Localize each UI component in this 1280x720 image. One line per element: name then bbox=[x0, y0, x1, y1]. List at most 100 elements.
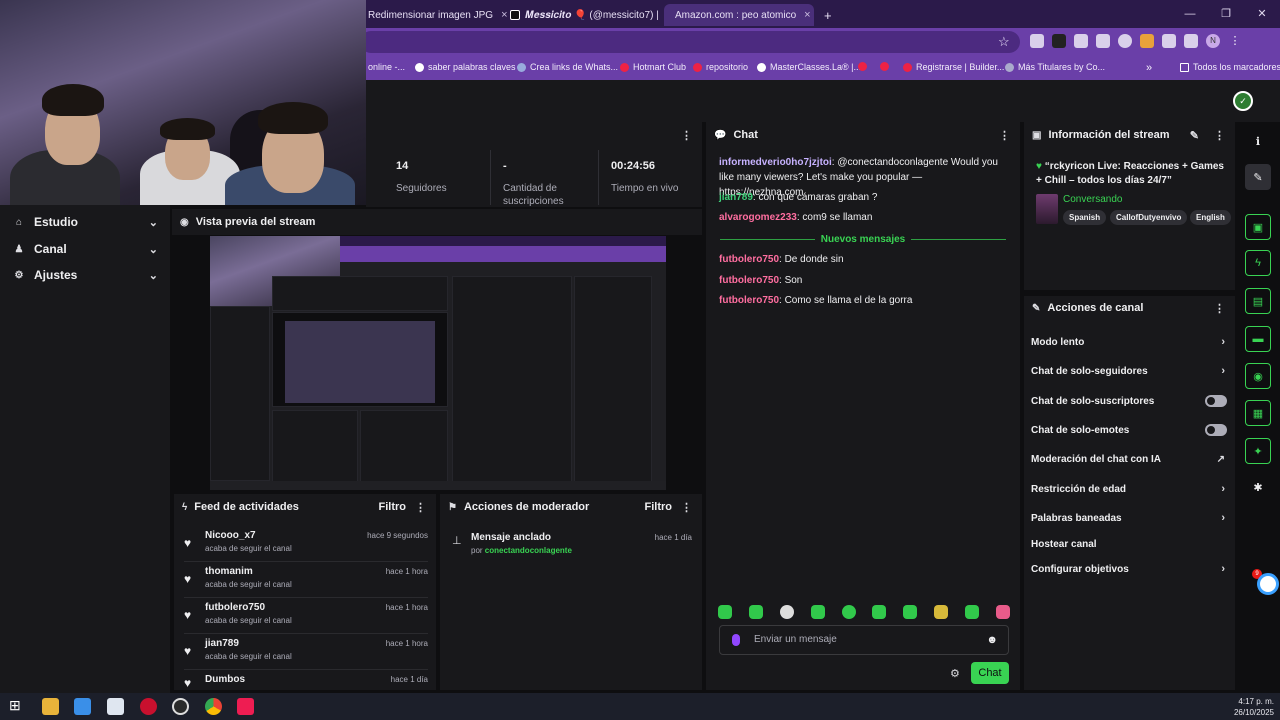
stream-tag[interactable]: Spanish bbox=[1063, 210, 1107, 225]
nav-item-canal[interactable]: ♟ Canal ⌄ bbox=[12, 239, 162, 259]
emote-icon[interactable] bbox=[841, 605, 856, 619]
more-options-icon[interactable]: ⋮ bbox=[1214, 129, 1225, 142]
url-field[interactable] bbox=[360, 31, 1020, 53]
profile-avatar[interactable]: N bbox=[1206, 34, 1220, 48]
restore-icon[interactable]: ❐ bbox=[1208, 0, 1244, 28]
clip-icon[interactable]: ▣ bbox=[1245, 214, 1271, 240]
action-slow-mode[interactable]: Modo lento › bbox=[1031, 334, 1229, 350]
document-icon[interactable]: ▤ bbox=[1245, 288, 1271, 314]
bookmark-item[interactable]: MasterClasses.La® |... bbox=[757, 62, 861, 72]
emote-icon[interactable] bbox=[934, 605, 949, 619]
tiktok-icon[interactable] bbox=[237, 698, 254, 715]
emote-icon[interactable] bbox=[903, 605, 918, 619]
new-tab-button[interactable]: + bbox=[818, 4, 838, 26]
bookmark-item[interactable]: saber palabras claves bbox=[415, 62, 516, 72]
store-icon[interactable] bbox=[74, 698, 91, 715]
lightning-icon[interactable]: ϟ bbox=[1245, 250, 1271, 276]
bookmark-item[interactable] bbox=[858, 62, 871, 71]
bookmark-item[interactable]: Hotmart Club bbox=[620, 62, 686, 72]
action-configure-goals[interactable]: Configurar objetivos › bbox=[1031, 561, 1229, 577]
menu-dots-icon[interactable]: ⋮ bbox=[1228, 34, 1242, 48]
emote-icon[interactable] bbox=[965, 605, 979, 619]
nav-item-estudio[interactable]: ⌂ Estudio ⌄ bbox=[12, 212, 162, 232]
emote-icon[interactable] bbox=[810, 605, 825, 619]
stream-tag[interactable]: English bbox=[1190, 210, 1231, 225]
action-followers-only[interactable]: Chat de solo-seguidores › bbox=[1031, 363, 1229, 379]
emote-icon[interactable] bbox=[718, 605, 732, 619]
chat-settings-icon[interactable]: ⚙ bbox=[950, 667, 960, 680]
chat-input[interactable]: Enviar un mensaje ☻ bbox=[719, 625, 1009, 655]
user-avatar[interactable]: ✓ bbox=[1233, 91, 1253, 111]
filter-button[interactable]: Filtro bbox=[645, 501, 673, 513]
extension-icon[interactable] bbox=[1030, 34, 1044, 48]
bookmark-item[interactable]: online -... bbox=[368, 62, 405, 72]
action-ai-moderation[interactable]: Moderación del chat con IA ↗ bbox=[1031, 451, 1229, 467]
close-icon[interactable]: × bbox=[804, 9, 810, 21]
bookmark-item[interactable]: Más Titulares by Co... bbox=[1005, 62, 1105, 72]
chat-username[interactable]: alvarogomez233 bbox=[719, 212, 797, 223]
puzzle-icon[interactable] bbox=[1162, 34, 1176, 48]
emoji-icon[interactable]: ☻ bbox=[986, 634, 998, 646]
close-window-icon[interactable]: ✕ bbox=[1244, 0, 1280, 28]
extension-off-icon[interactable] bbox=[1052, 34, 1066, 48]
chat-username[interactable]: informedverio0ho7jzjtoi bbox=[719, 157, 832, 168]
chat-username[interactable]: futbolero750 bbox=[719, 275, 779, 286]
edit-icon[interactable]: ✎ bbox=[1190, 129, 1199, 142]
bookmark-star-icon[interactable]: ☆ bbox=[998, 34, 1010, 50]
chat-username[interactable]: futbolero750 bbox=[719, 295, 779, 306]
minimize-icon[interactable]: — bbox=[1172, 0, 1208, 28]
chrome-icon[interactable] bbox=[205, 698, 222, 715]
windows-start-icon[interactable]: ⊞ bbox=[9, 697, 26, 714]
mod-username[interactable]: conectandoconlagente bbox=[485, 546, 572, 555]
emote-icon[interactable] bbox=[872, 605, 887, 619]
edit-icon[interactable]: ✎ bbox=[1245, 164, 1271, 190]
info-icon[interactable]: ℹ bbox=[1245, 128, 1271, 154]
feed-username[interactable]: Nicooo_x7 bbox=[205, 530, 256, 541]
feed-username[interactable]: futbolero750 bbox=[205, 602, 265, 613]
extension-icon[interactable] bbox=[1118, 34, 1132, 48]
more-options-icon[interactable]: ⋮ bbox=[415, 501, 426, 514]
bookmark-item[interactable] bbox=[880, 62, 893, 71]
action-age-restriction[interactable]: Restricción de edad › bbox=[1031, 481, 1229, 497]
emote-icon[interactable] bbox=[779, 605, 794, 619]
feed-username[interactable]: thomanim bbox=[205, 566, 253, 577]
microphone-icon[interactable] bbox=[732, 634, 740, 646]
emote-only-toggle[interactable] bbox=[1205, 424, 1227, 436]
chat-send-button[interactable]: Chat bbox=[971, 662, 1009, 684]
taskbar-clock[interactable]: 4:17 p. m. 26/10/2025 bbox=[1234, 696, 1274, 718]
more-options-icon[interactable]: ⋮ bbox=[681, 129, 692, 142]
stream-tag[interactable]: CallofDutyenvivo bbox=[1110, 210, 1188, 225]
file-explorer-icon[interactable] bbox=[42, 698, 59, 715]
floating-app-icon[interactable] bbox=[1257, 573, 1279, 595]
extension-icon[interactable] bbox=[1074, 34, 1088, 48]
extension-icon[interactable] bbox=[1096, 34, 1110, 48]
more-options-icon[interactable]: ⋮ bbox=[681, 501, 692, 514]
chat-username[interactable]: futbolero750 bbox=[719, 254, 779, 265]
layout-icon[interactable]: ▦ bbox=[1245, 400, 1271, 426]
category-thumbnail[interactable] bbox=[1036, 194, 1058, 224]
bookmark-item[interactable]: Registrarse | Builder... bbox=[903, 62, 1004, 72]
nav-item-ajustes[interactable]: ⚙ Ajustes ⌄ bbox=[12, 265, 162, 285]
stream-category[interactable]: Conversando bbox=[1063, 194, 1122, 205]
mail-icon[interactable] bbox=[107, 698, 124, 715]
more-options-icon[interactable]: ⋮ bbox=[999, 129, 1010, 142]
chat-bubble-icon[interactable]: ▬ bbox=[1245, 326, 1271, 352]
broadcast-icon[interactable]: ◉ bbox=[1245, 363, 1271, 389]
feed-username[interactable]: jian789 bbox=[205, 638, 239, 649]
browser-tab-1[interactable]: Redimensionar imagen JPG × bbox=[362, 4, 514, 26]
media-icon[interactable] bbox=[1184, 34, 1198, 48]
bookmark-item[interactable]: repositorio bbox=[693, 62, 748, 72]
emote-icon[interactable] bbox=[748, 605, 763, 619]
wrench-icon[interactable]: ✦ bbox=[1245, 438, 1271, 464]
app-icon[interactable] bbox=[140, 698, 157, 715]
filter-button[interactable]: Filtro bbox=[379, 501, 407, 513]
bookmark-item[interactable]: Crea links de Whats... bbox=[517, 62, 618, 72]
extensions-icon[interactable]: ✱ bbox=[1245, 474, 1271, 500]
browser-tab-3[interactable]: Amazon.com : peo atomico × bbox=[664, 4, 814, 26]
browser-tab-2[interactable]: 𝑴𝒆𝒔𝒔𝒊𝒄𝒊𝒕𝒐 🎈 (@messicito7) |× bbox=[504, 4, 679, 26]
extension-icon[interactable] bbox=[1140, 34, 1154, 48]
emote-icon[interactable] bbox=[995, 605, 1010, 619]
all-bookmarks-item[interactable]: Todos los marcadores bbox=[1180, 62, 1280, 72]
obs-icon[interactable] bbox=[172, 698, 189, 715]
subscribers-only-toggle[interactable] bbox=[1205, 395, 1227, 407]
